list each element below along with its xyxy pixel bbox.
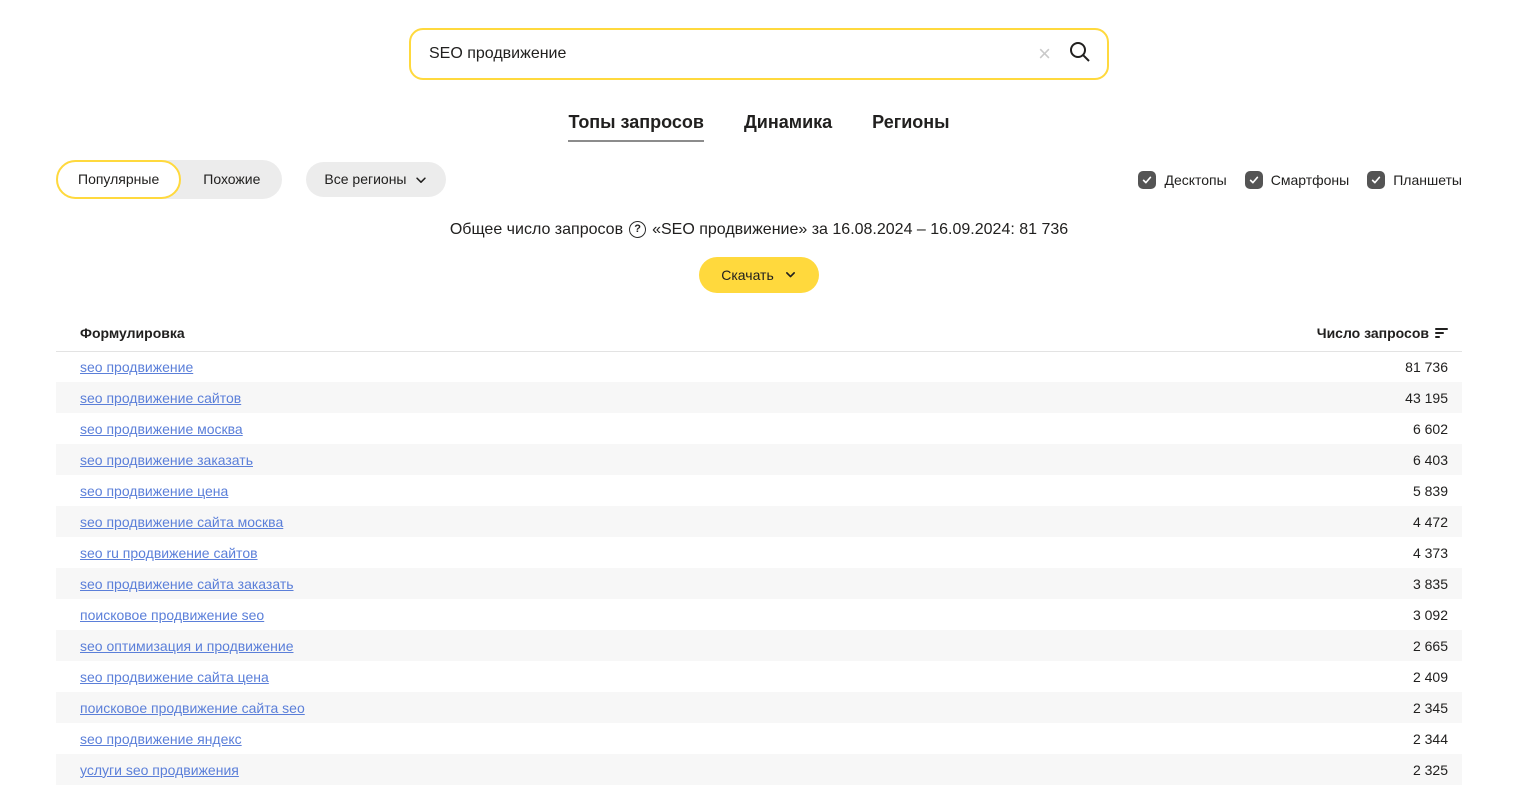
table-row: seo продвижение цена 5 839 bbox=[56, 475, 1462, 506]
summary-rest: «SEO продвижение» за 16.08.2024 – 16.09.… bbox=[652, 221, 1068, 238]
phrase-link[interactable]: поисковое продвижение сайта seo bbox=[80, 700, 305, 716]
toggle-popular[interactable]: Популярные bbox=[56, 160, 181, 199]
table-row: поисковое продвижение seo 3 092 bbox=[56, 599, 1462, 630]
checkbox-checked-icon bbox=[1367, 171, 1385, 189]
table-row: seo продвижение сайта москва 4 472 bbox=[56, 506, 1462, 537]
tab-top-queries[interactable]: Топы запросов bbox=[568, 112, 704, 142]
toggle-similar[interactable]: Похожие bbox=[181, 160, 282, 199]
chevron-down-icon bbox=[414, 173, 428, 187]
table-header-row: Формулировка Число запросов bbox=[56, 317, 1462, 352]
phrase-link[interactable]: seo продвижение сайта москва bbox=[80, 514, 283, 530]
table-row: услуги seo продвижения 2 325 bbox=[56, 754, 1462, 785]
region-selector[interactable]: Все регионы bbox=[306, 162, 446, 197]
checkbox-checked-icon bbox=[1138, 171, 1156, 189]
phrase-link[interactable]: seo продвижение москва bbox=[80, 421, 243, 437]
search-box[interactable]: × bbox=[409, 28, 1109, 80]
chevron-down-icon bbox=[784, 268, 797, 281]
column-header-phrase: Формулировка bbox=[56, 317, 944, 352]
query-type-toggle: Популярные Похожие bbox=[56, 160, 282, 199]
table-row: seo продвижение сайта заказать 3 835 bbox=[56, 568, 1462, 599]
tab-bar: Топы запросов Динамика Регионы bbox=[0, 112, 1518, 142]
tab-regions[interactable]: Регионы bbox=[872, 112, 949, 142]
total-queries-summary: Общее число запросов? «SEO продвижение» з… bbox=[0, 221, 1518, 239]
checkbox-smartphones[interactable]: Смартфоны bbox=[1245, 171, 1350, 189]
phrase-link[interactable]: seo продвижение цена bbox=[80, 483, 228, 499]
phrase-link[interactable]: поисковое продвижение seo bbox=[80, 607, 264, 623]
checkbox-checked-icon bbox=[1245, 171, 1263, 189]
device-filters: Десктопы Смартфоны Планшеты bbox=[1138, 171, 1462, 189]
summary-prefix: Общее число запросов bbox=[450, 221, 623, 238]
column-header-count-label: Число запросов bbox=[1317, 325, 1429, 341]
count-cell: 5 839 bbox=[944, 475, 1462, 506]
table-row: seo оптимизация и продвижение 2 665 bbox=[56, 630, 1462, 661]
region-selector-label: Все регионы bbox=[324, 172, 406, 187]
download-button[interactable]: Скачать bbox=[699, 257, 819, 293]
checkbox-smartphones-label: Смартфоны bbox=[1271, 172, 1350, 188]
checkbox-tablets[interactable]: Планшеты bbox=[1367, 171, 1462, 189]
table-row: seo продвижение яндекс 2 344 bbox=[56, 723, 1462, 754]
table-row: seo ru продвижение сайтов 4 373 bbox=[56, 537, 1462, 568]
tab-dynamics[interactable]: Динамика bbox=[744, 112, 832, 142]
count-cell: 2 344 bbox=[944, 723, 1462, 754]
count-cell: 43 195 bbox=[944, 382, 1462, 413]
count-cell: 4 472 bbox=[944, 506, 1462, 537]
phrase-link[interactable]: seo продвижение сайтов bbox=[80, 390, 241, 406]
count-cell: 3 092 bbox=[944, 599, 1462, 630]
table-row: seo продвижение сайтов 43 195 bbox=[56, 382, 1462, 413]
phrase-link[interactable]: seo оптимизация и продвижение bbox=[80, 638, 294, 654]
phrase-link[interactable]: seo продвижение bbox=[80, 359, 193, 375]
phrase-link[interactable]: seo ru продвижение сайтов bbox=[80, 545, 258, 561]
count-cell: 4 373 bbox=[944, 537, 1462, 568]
checkbox-tablets-label: Планшеты bbox=[1393, 172, 1462, 188]
count-cell: 3 835 bbox=[944, 568, 1462, 599]
search-icon bbox=[1067, 39, 1093, 70]
clear-icon[interactable]: × bbox=[1038, 43, 1051, 65]
count-cell: 6 602 bbox=[944, 413, 1462, 444]
table-row: поисковое продвижение сайта seo 2 345 bbox=[56, 692, 1462, 723]
phrase-link[interactable]: seo продвижение яндекс bbox=[80, 731, 242, 747]
count-cell: 6 403 bbox=[944, 444, 1462, 475]
count-cell: 2 665 bbox=[944, 630, 1462, 661]
phrase-link[interactable]: seo продвижение сайта заказать bbox=[80, 576, 294, 592]
sort-descending-icon[interactable] bbox=[1435, 328, 1448, 338]
download-button-label: Скачать bbox=[721, 267, 774, 283]
count-cell: 81 736 bbox=[944, 351, 1462, 382]
phrase-link[interactable]: seo продвижение заказать bbox=[80, 452, 253, 468]
phrase-link[interactable]: услуги seo продвижения bbox=[80, 762, 239, 778]
checkbox-desktops[interactable]: Десктопы bbox=[1138, 171, 1226, 189]
checkbox-desktops-label: Десктопы bbox=[1164, 172, 1226, 188]
search-submit-button[interactable] bbox=[1067, 39, 1093, 70]
search-bar: × bbox=[409, 28, 1109, 80]
table-row: seo продвижение москва 6 602 bbox=[56, 413, 1462, 444]
help-icon[interactable]: ? bbox=[629, 221, 646, 238]
column-header-count[interactable]: Число запросов bbox=[944, 317, 1462, 352]
queries-table: Формулировка Число запросов seo продвиже… bbox=[56, 317, 1462, 786]
count-cell: 2 325 bbox=[944, 754, 1462, 785]
phrase-link[interactable]: seo продвижение сайта цена bbox=[80, 669, 269, 685]
table-row: seo продвижение заказать 6 403 bbox=[56, 444, 1462, 475]
filter-row: Популярные Похожие Все регионы Десктопы bbox=[56, 160, 1462, 199]
count-cell: 2 345 bbox=[944, 692, 1462, 723]
table-row: seo продвижение сайта цена 2 409 bbox=[56, 661, 1462, 692]
count-cell: 2 409 bbox=[944, 661, 1462, 692]
table-row: seo продвижение 81 736 bbox=[56, 351, 1462, 382]
search-input[interactable] bbox=[429, 45, 1038, 63]
